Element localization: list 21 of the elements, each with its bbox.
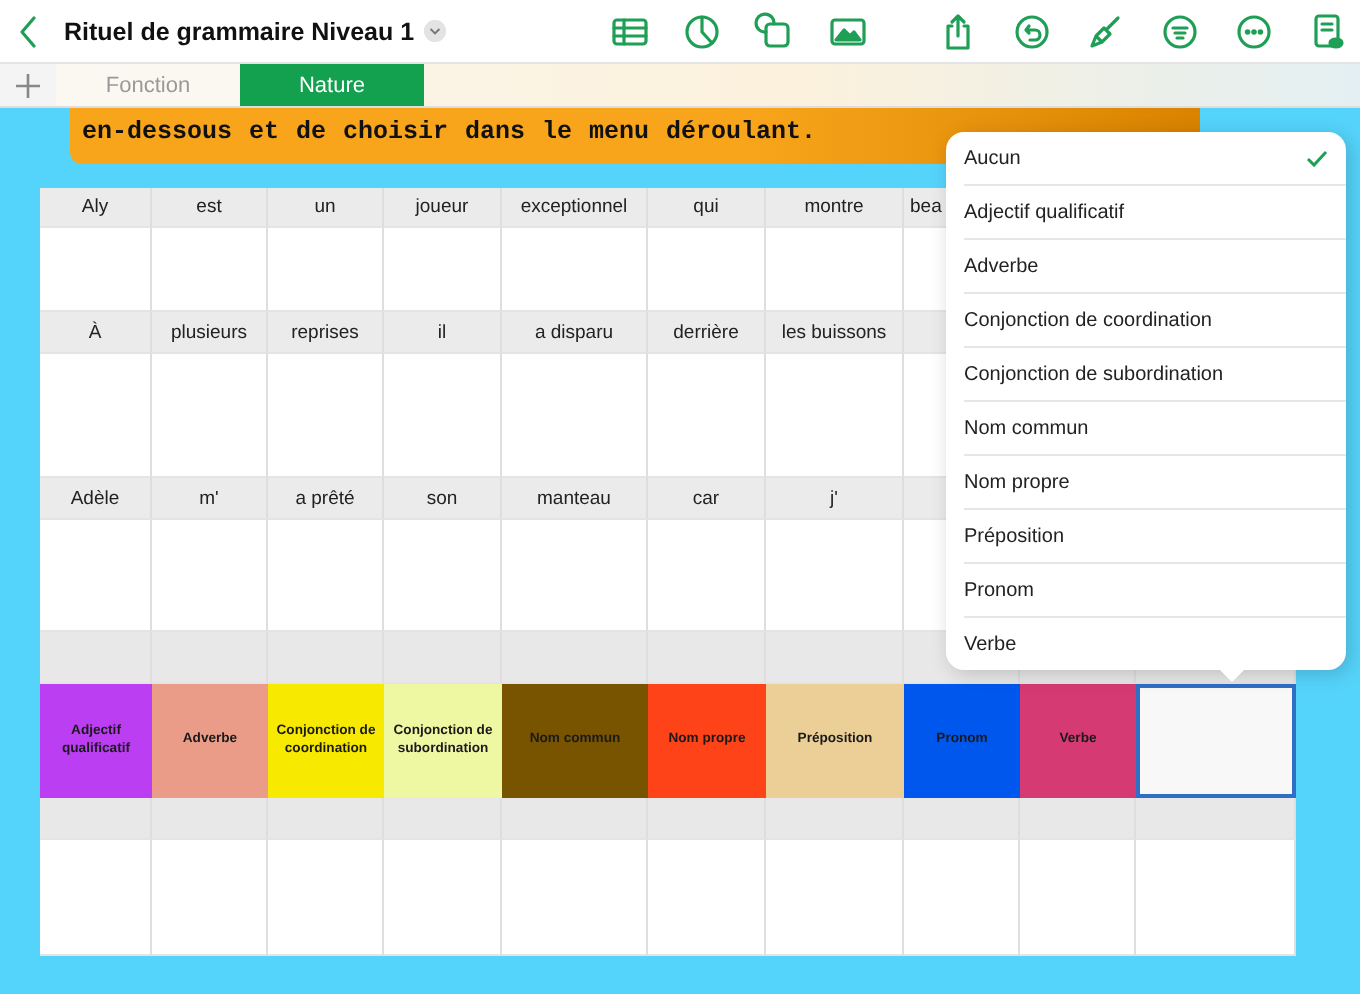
word-cell: Adèle	[40, 478, 152, 520]
word-cell: a disparu	[502, 312, 648, 354]
word-cell: m'	[152, 478, 268, 520]
word-cell: reprises	[268, 312, 384, 354]
word-cell: Aly	[40, 188, 152, 228]
word-cell: un	[268, 188, 384, 228]
word-cell: manteau	[502, 478, 648, 520]
word-cell: a prêté	[268, 478, 384, 520]
word-cell: est	[152, 188, 268, 228]
word-cell: derrière	[648, 312, 766, 354]
word-cell: joueur	[384, 188, 502, 228]
word-cell: À	[40, 312, 152, 354]
word-cell: son	[384, 478, 502, 520]
word-cell: car	[648, 478, 766, 520]
word-cell: montre	[766, 188, 904, 228]
word-cell: qui	[648, 188, 766, 228]
word-cell: il	[384, 312, 502, 354]
word-cell: exceptionnel	[502, 188, 648, 228]
word-cell: plusieurs	[152, 312, 268, 354]
word-cell: les buissons	[766, 312, 904, 354]
word-cell: j'	[766, 478, 904, 520]
